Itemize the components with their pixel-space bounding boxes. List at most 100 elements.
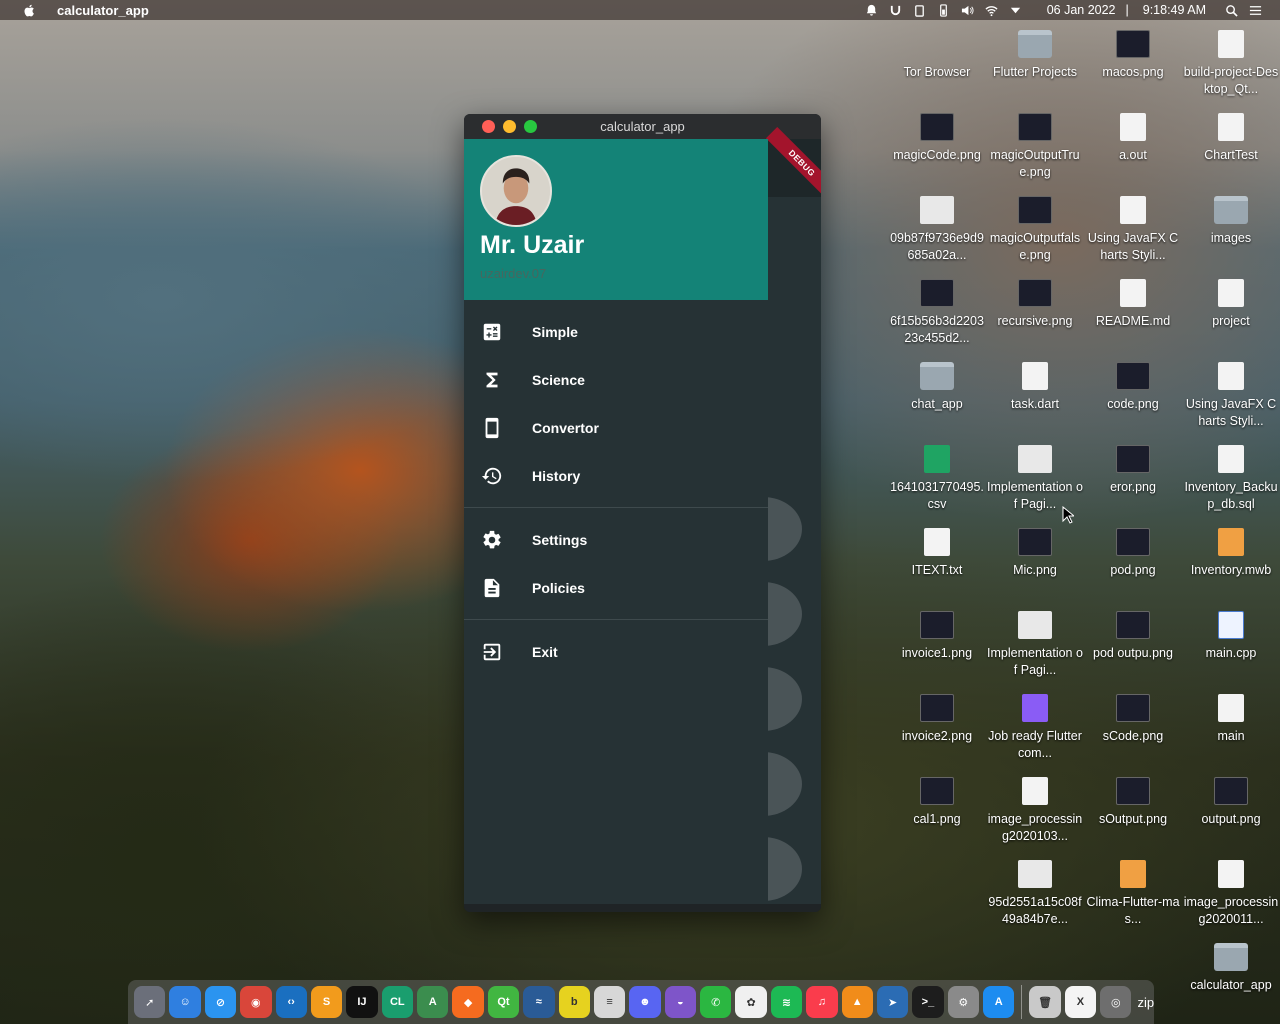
safari-icon[interactable]: ⊘ xyxy=(204,986,237,1018)
desktop-icon[interactable]: project xyxy=(1183,279,1279,330)
dock-zip-label[interactable]: zip xyxy=(1137,995,1154,1010)
desktop-icon[interactable]: Mic.png xyxy=(987,528,1083,579)
list-icon[interactable] xyxy=(1248,3,1262,17)
vlc-icon[interactable]: ▲ xyxy=(841,986,873,1018)
desktop-icon[interactable]: output.png xyxy=(1183,777,1279,828)
app-store-icon[interactable]: A xyxy=(983,986,1015,1018)
control-center-icon[interactable] xyxy=(1009,3,1023,17)
window-close-button[interactable] xyxy=(482,120,495,133)
drawer-item-exit[interactable]: Exit xyxy=(464,628,768,676)
sublime-icon[interactable]: S xyxy=(310,986,343,1018)
system-preferences-icon[interactable]: ⚙ xyxy=(947,986,979,1018)
desktop-icon[interactable]: ITEXT.txt xyxy=(889,528,985,579)
search-icon[interactable] xyxy=(1224,3,1238,17)
drawer-item-policies[interactable]: Policies xyxy=(464,564,768,612)
desktop-icon[interactable]: README.md xyxy=(1085,279,1181,330)
desktop-icon[interactable]: 09b87f9736e9d9685a02a... xyxy=(889,196,985,264)
window-maximize-button[interactable] xyxy=(524,120,537,133)
clipboard-icon[interactable] xyxy=(913,3,927,17)
trash-icon[interactable]: 🗑 xyxy=(1029,986,1061,1018)
desktop-icon[interactable]: pod.png xyxy=(1085,528,1181,579)
volume-icon[interactable] xyxy=(961,3,975,17)
drawer-item-science[interactable]: Science xyxy=(464,356,768,404)
desktop-icon[interactable]: Clima-Flutter-mas... xyxy=(1085,860,1181,928)
menubar-date[interactable]: 06 Jan 2022 xyxy=(1047,3,1116,17)
apple-menu-icon[interactable] xyxy=(22,2,38,18)
desktop-icon[interactable]: sOutput.png xyxy=(1085,777,1181,828)
drawer-item-history[interactable]: History xyxy=(464,452,768,500)
desktop-icon[interactable]: magicOutputfalse.png xyxy=(987,196,1083,264)
desktop-icon[interactable]: magicCode.png xyxy=(889,113,985,164)
clion-icon[interactable]: CL xyxy=(381,986,413,1018)
chrome-icon[interactable]: ◉ xyxy=(240,986,272,1018)
desktop-icon[interactable]: main.cpp xyxy=(1183,611,1279,662)
drawer-item-settings[interactable]: Settings xyxy=(464,516,768,564)
desktop-icon[interactable]: Implementation of Pagi... xyxy=(987,611,1083,679)
desktop-icon[interactable]: invoice1.png xyxy=(889,611,985,662)
desktop-icon[interactable]: code.png xyxy=(1085,362,1181,413)
desktop-icon[interactable]: image_processing2020103... xyxy=(987,777,1083,845)
prompt-icon[interactable]: ➤ xyxy=(876,986,909,1018)
desktop-icon[interactable]: sCode.png xyxy=(1085,694,1181,745)
desktop-icon[interactable]: Tor Browser xyxy=(889,30,985,81)
spotify-icon[interactable]: ≋ xyxy=(770,986,803,1018)
terminal-icon[interactable]: >_ xyxy=(912,986,944,1018)
desktop-icon[interactable]: eror.png xyxy=(1085,445,1181,496)
magnet-icon[interactable] xyxy=(889,3,903,17)
desktop-icon[interactable]: ChartTest xyxy=(1183,113,1279,164)
desktop-icon[interactable]: invoice2.png xyxy=(889,694,985,745)
desktop-icon[interactable]: cal1.png xyxy=(889,777,985,828)
desktop-icon[interactable]: magicOutputTrue.png xyxy=(987,113,1083,181)
desktop-icon[interactable]: Using JavaFX Charts Styli... xyxy=(1085,196,1181,264)
battery-icon[interactable] xyxy=(937,3,951,17)
desktop-icon[interactable]: pod outpu.png xyxy=(1085,611,1181,662)
active-app-name[interactable]: calculator_app xyxy=(57,3,149,18)
dock-separator xyxy=(1021,985,1023,1019)
desktop-icon[interactable]: calculator_app xyxy=(1183,943,1279,994)
database-icon[interactable]: ≡ xyxy=(593,986,626,1018)
desktop-icon[interactable]: Flutter Projects xyxy=(987,30,1083,81)
desktop-icon[interactable]: macos.png xyxy=(1085,30,1181,81)
desktop-icon[interactable]: task.dart xyxy=(987,362,1083,413)
bitwarden-icon[interactable]: b xyxy=(558,986,590,1018)
desktop-icon-label: Using JavaFX Charts Styli... xyxy=(1087,231,1179,262)
desktop-icon[interactable]: Inventory_Backup_db.sql xyxy=(1183,445,1279,513)
window-minimize-button[interactable] xyxy=(503,120,516,133)
android-studio-icon[interactable]: A xyxy=(417,986,449,1018)
bell-icon[interactable] xyxy=(865,3,879,17)
desktop-icon[interactable]: recursive.png xyxy=(987,279,1083,330)
photos-icon[interactable]: ✿ xyxy=(735,986,767,1018)
launchpad-icon[interactable]: ➚ xyxy=(134,986,166,1018)
whatsapp-icon[interactable]: ✆ xyxy=(700,986,732,1018)
brave-icon[interactable]: ◆ xyxy=(452,986,484,1018)
desktop-icon[interactable]: chat_app xyxy=(889,362,985,413)
desktop-icon[interactable]: 1641031770495.csv xyxy=(889,445,985,513)
desktop-icon[interactable]: 95d2551a15c08f49a84b7e... xyxy=(987,860,1083,928)
desktop-icon[interactable]: Job ready Flutter com... xyxy=(987,694,1083,762)
screenshot-icon[interactable]: ◎ xyxy=(1100,986,1132,1018)
vscode-icon[interactable]: ‹› xyxy=(275,986,307,1018)
desktop-icon[interactable]: images xyxy=(1183,196,1279,247)
desktop-icon[interactable]: a.out xyxy=(1085,113,1181,164)
desktop-icon[interactable]: Using JavaFX Charts Styli... xyxy=(1183,362,1279,430)
desktop-icon[interactable]: Inventory.mwb xyxy=(1183,528,1279,579)
desktop-icon-label: images xyxy=(1210,231,1252,245)
discord-icon[interactable]: ☻ xyxy=(629,986,661,1018)
desktop-icon[interactable]: main xyxy=(1183,694,1279,745)
intellij-icon[interactable]: IJ xyxy=(346,986,378,1018)
desktop-icon[interactable]: Implementation of Pagi... xyxy=(987,445,1083,513)
qt-icon[interactable]: Qt xyxy=(487,986,520,1018)
drawer-item-convertor[interactable]: Convertor xyxy=(464,404,768,452)
wifi-icon[interactable] xyxy=(985,3,999,17)
music-icon[interactable]: ♫ xyxy=(806,986,838,1018)
desktop-icon[interactable]: image_processing2020011... xyxy=(1183,860,1279,928)
xquartz-icon[interactable]: X xyxy=(1064,986,1097,1018)
menubar-time[interactable]: 9:18:49 AM xyxy=(1143,3,1206,17)
avatar[interactable] xyxy=(480,155,552,227)
drawer-item-simple[interactable]: Simple xyxy=(464,308,768,356)
mysql-workbench-icon[interactable]: ≈ xyxy=(523,986,555,1018)
desktop-icon[interactable]: build-project-Desktop_Qt... xyxy=(1183,30,1279,98)
finder-icon[interactable]: ☺ xyxy=(169,986,201,1018)
desktop-icon[interactable]: 6f15b56b3d220323c455d2... xyxy=(889,279,985,347)
github-icon[interactable]: ◒ xyxy=(664,986,696,1018)
